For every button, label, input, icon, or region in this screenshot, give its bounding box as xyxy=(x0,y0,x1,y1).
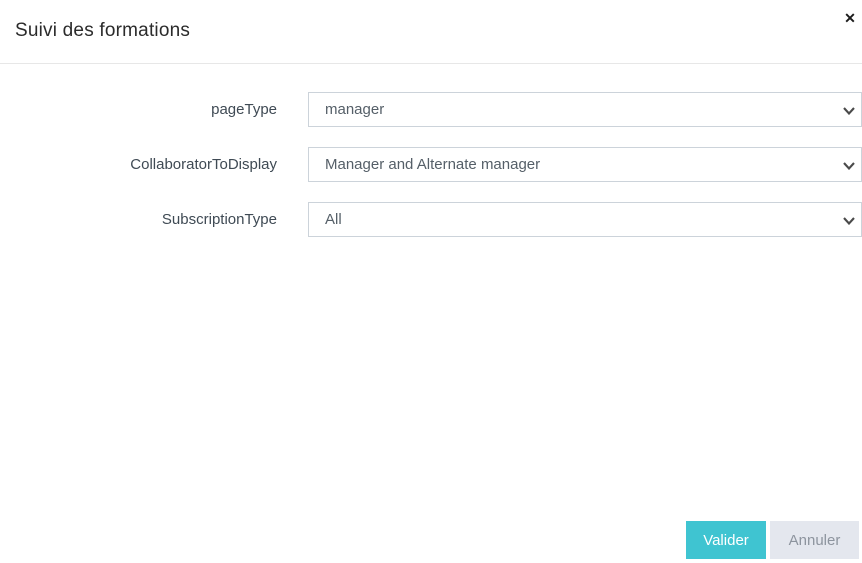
chevron-down-icon xyxy=(843,162,855,170)
form-row-collaborator: CollaboratorToDisplay Manager and Altern… xyxy=(0,147,862,182)
subscription-type-select[interactable]: All xyxy=(308,202,862,237)
modal-header: Suivi des formations ✕ xyxy=(0,0,862,64)
suivi-formations-modal: Suivi des formations ✕ pageType manager … xyxy=(0,0,862,563)
pagetype-select[interactable]: manager xyxy=(308,92,862,127)
close-icon[interactable]: ✕ xyxy=(838,6,862,30)
annuler-button[interactable]: Annuler xyxy=(770,521,859,559)
chevron-down-icon xyxy=(843,217,855,225)
pagetype-select-value: manager xyxy=(325,101,384,118)
form-row-pagetype: pageType manager xyxy=(0,92,862,127)
page-title: Suivi des formations xyxy=(15,20,846,42)
subscription-type-select-value: All xyxy=(325,211,342,228)
chevron-down-icon xyxy=(843,107,855,115)
pagetype-label: pageType xyxy=(0,101,277,118)
subscription-type-label: SubscriptionType xyxy=(0,211,277,228)
modal-footer: Valider Annuler xyxy=(686,521,859,559)
modal-body: pageType manager CollaboratorToDisplay M… xyxy=(0,64,862,237)
collaborator-to-display-select[interactable]: Manager and Alternate manager xyxy=(308,147,862,182)
collaborator-to-display-select-value: Manager and Alternate manager xyxy=(325,156,540,173)
valider-button[interactable]: Valider xyxy=(686,521,766,559)
collaborator-to-display-label: CollaboratorToDisplay xyxy=(0,156,277,173)
form-row-subscription: SubscriptionType All xyxy=(0,202,862,237)
